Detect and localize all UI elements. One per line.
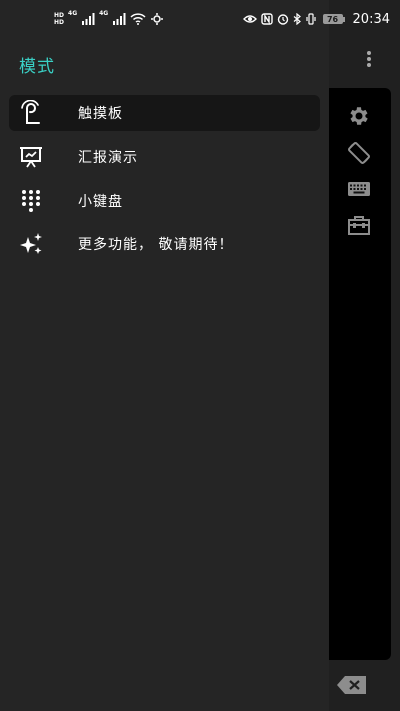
menu-item-label: 触摸板 <box>78 106 123 122</box>
keypad-icon <box>18 188 44 214</box>
network-type-1: 4G <box>68 10 78 17</box>
sim2-label: HD <box>54 19 65 26</box>
vibrate-icon <box>305 13 316 25</box>
menu-item-touchpad[interactable]: 触摸板 <box>9 95 320 131</box>
sim-indicator: HD HD <box>54 12 64 26</box>
overflow-menu-icon[interactable] <box>362 48 376 70</box>
menu-item-label: 汇报演示 <box>78 150 138 166</box>
menu-item-keypad[interactable]: 小键盘 <box>9 183 320 219</box>
signal-icon <box>82 13 95 25</box>
eye-icon <box>242 15 257 23</box>
settings-icon[interactable] <box>345 102 373 130</box>
alarm-icon <box>277 14 288 25</box>
toolbox-icon[interactable] <box>345 211 373 239</box>
notification-app-icon <box>151 13 164 25</box>
backspace-icon[interactable] <box>335 674 369 696</box>
touchpad-icon <box>18 100 44 126</box>
wifi-icon <box>130 13 146 25</box>
battery-tip <box>342 16 345 22</box>
nfc-icon <box>260 13 273 25</box>
clock: 20:34 <box>352 11 390 27</box>
sparkle-icon <box>18 231 44 257</box>
keyboard-icon[interactable] <box>345 175 373 203</box>
signal-icon <box>113 13 126 25</box>
rotate-screen-icon[interactable] <box>345 139 373 167</box>
menu-item-presentation[interactable]: 汇报演示 <box>9 139 320 175</box>
presentation-icon <box>18 144 44 170</box>
battery-indicator: 76 <box>321 14 345 24</box>
network-type-2: 4G <box>99 10 109 17</box>
status-bar: HD HD 4G 4G 76 20:34 <box>0 0 400 36</box>
bluetooth-icon <box>293 13 301 25</box>
menu-item-more-features[interactable]: 更多功能， 敬请期待！ <box>9 226 320 262</box>
drawer-title: 模式 <box>19 57 55 77</box>
sim1-label: HD <box>54 12 65 19</box>
menu-item-label: 小键盘 <box>78 194 123 210</box>
navigation-drawer: 模式 触摸板 汇报演示 小键盘 更多功能， 敬请期待！ <box>0 0 329 711</box>
battery-level: 76 <box>322 14 343 24</box>
menu-item-label: 更多功能， 敬请期待！ <box>78 237 234 253</box>
